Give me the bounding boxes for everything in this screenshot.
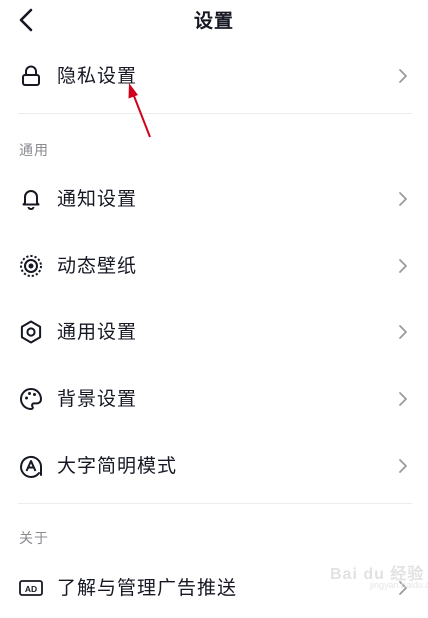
live-wallpaper-icon <box>20 255 42 277</box>
page-title: 设置 <box>193 10 234 32</box>
background-settings-label: 背景设置 <box>57 388 138 410</box>
lock-icon <box>22 65 40 86</box>
large-text-icon <box>20 455 42 478</box>
section-header-general: 通用 <box>19 143 49 159</box>
live-wallpaper-row[interactable]: 动态壁纸 <box>0 236 428 296</box>
privacy-settings-row[interactable]: 隐私设置 <box>0 46 428 106</box>
bell-icon <box>22 190 40 210</box>
svg-text:AD: AD <box>25 584 37 594</box>
large-text-mode-label: 大字简明模式 <box>57 455 178 477</box>
general-settings-label: 通用设置 <box>57 321 138 343</box>
baidu-watermark: Bai du 经验 jingyan.baidu.com <box>310 555 428 595</box>
watermark-subtext: jingyan.baidu.com <box>370 580 428 590</box>
notification-settings-label: 通知设置 <box>57 188 138 210</box>
palette-icon <box>20 388 42 410</box>
general-settings-row[interactable]: 通用设置 <box>0 302 428 362</box>
background-settings-row[interactable]: 背景设置 <box>0 369 428 429</box>
gear-icon <box>20 320 42 344</box>
large-text-mode-row[interactable]: 大字简明模式 <box>0 436 428 496</box>
chevron-right-icon <box>399 392 407 406</box>
chevron-right-icon <box>399 192 407 206</box>
chevron-right-icon <box>399 69 407 83</box>
ad-icon: AD <box>19 580 43 596</box>
divider <box>18 113 412 114</box>
live-wallpaper-label: 动态壁纸 <box>57 255 138 277</box>
ad-management-label: 了解与管理广告推送 <box>57 577 238 599</box>
chevron-right-icon <box>399 259 407 273</box>
top-bar: 设置 <box>0 0 428 40</box>
divider <box>18 503 412 504</box>
section-header-about: 关于 <box>19 531 49 547</box>
notification-settings-row[interactable]: 通知设置 <box>0 169 428 229</box>
chevron-right-icon <box>399 459 407 473</box>
privacy-settings-label: 隐私设置 <box>57 65 138 87</box>
chevron-right-icon <box>399 325 407 339</box>
